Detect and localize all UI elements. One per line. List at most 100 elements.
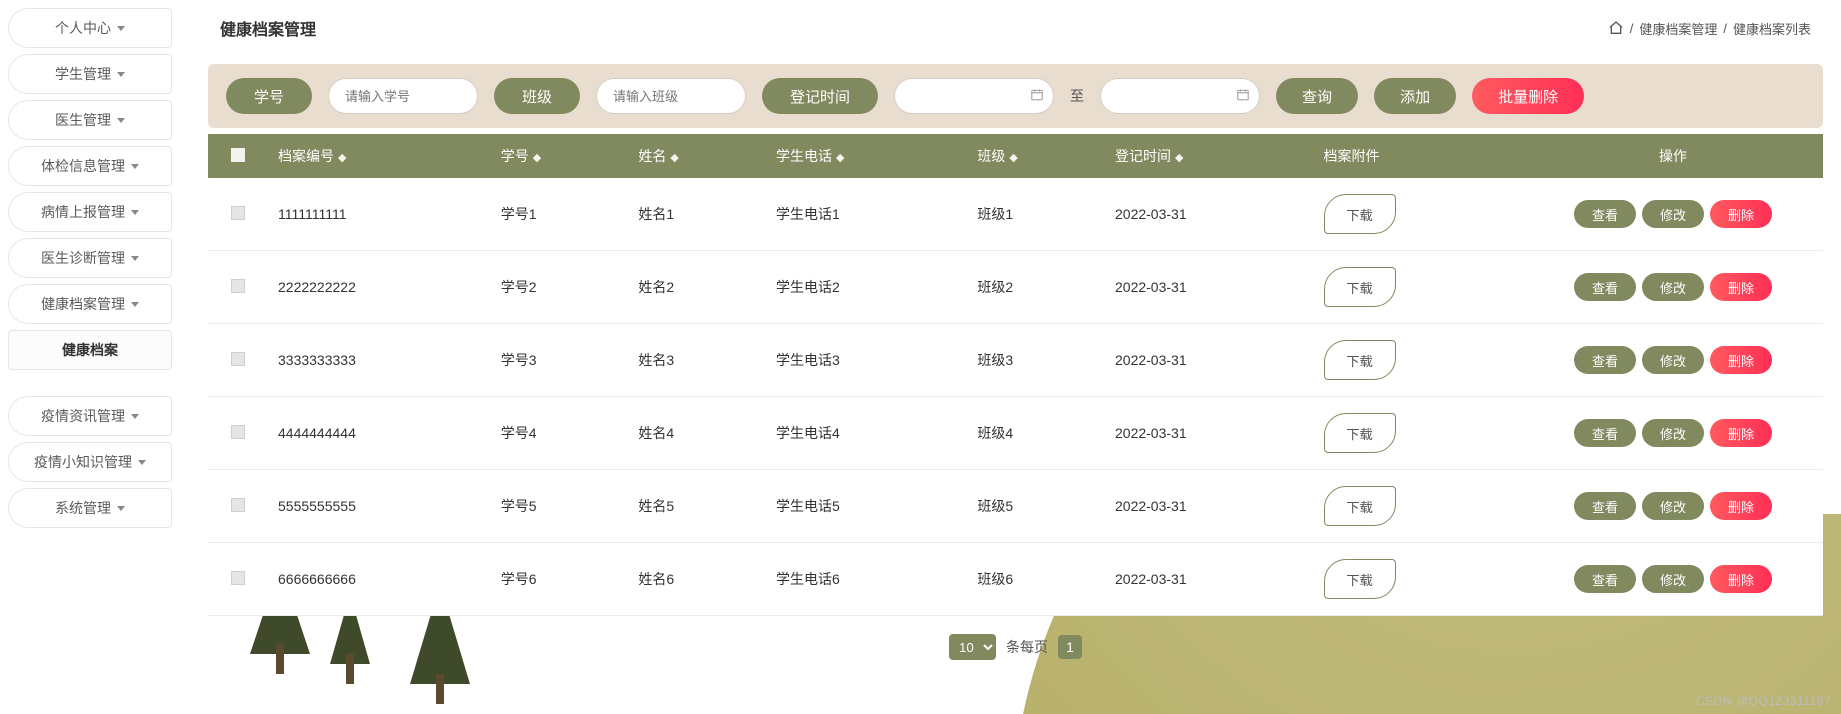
select-all-checkbox[interactable] (231, 148, 245, 162)
add-button[interactable]: 添加 (1374, 78, 1456, 114)
sidebar-item[interactable]: 疫情小知识管理 (8, 442, 172, 482)
sidebar-item-label: 体检信息管理 (41, 156, 125, 176)
breadcrumb: / 健康档案管理 / 健康档案列表 (1608, 19, 1811, 38)
sidebar-item[interactable]: 健康档案管理 (8, 284, 172, 324)
col-date[interactable]: 登记时间◆ (1105, 134, 1314, 178)
edit-button[interactable]: 修改 (1642, 346, 1704, 374)
sidebar-item[interactable]: 病情上报管理 (8, 192, 172, 232)
view-button[interactable]: 查看 (1574, 273, 1636, 301)
delete-button[interactable]: 删除 (1710, 346, 1772, 374)
sid-input[interactable] (328, 78, 478, 114)
sidebar-item[interactable]: 体检信息管理 (8, 146, 172, 186)
table-row: 2222222222学号2姓名2学生电话2班级22022-03-31下载查看修改… (208, 251, 1823, 324)
view-button[interactable]: 查看 (1574, 200, 1636, 228)
cell-class: 班级4 (967, 397, 1105, 470)
col-name[interactable]: 姓名◆ (628, 134, 766, 178)
sidebar-item-label: 学生管理 (55, 64, 111, 84)
page-size-select[interactable]: 10 (949, 634, 996, 660)
search-button[interactable]: 查询 (1276, 78, 1358, 114)
date-to-input[interactable] (1100, 78, 1260, 114)
sidebar-item[interactable]: 健康档案 (8, 330, 172, 370)
cell-name: 姓名6 (628, 543, 766, 616)
cell-class: 班级2 (967, 251, 1105, 324)
date-from-input[interactable] (894, 78, 1054, 114)
sort-icon: ◆ (533, 151, 541, 164)
col-attach: 档案附件 (1314, 134, 1523, 178)
cell-phone: 学生电话1 (766, 178, 967, 251)
table-row: 6666666666学号6姓名6学生电话6班级62022-03-31下载查看修改… (208, 543, 1823, 616)
download-button[interactable]: 下载 (1324, 486, 1396, 526)
row-checkbox[interactable] (231, 206, 245, 220)
sidebar-item-label: 个人中心 (55, 18, 111, 38)
sidebar-item[interactable]: 学生管理 (8, 54, 172, 94)
col-doc-no[interactable]: 档案编号◆ (268, 134, 491, 178)
delete-button[interactable]: 删除 (1710, 419, 1772, 447)
cell-class: 班级6 (967, 543, 1105, 616)
breadcrumb-seg-1[interactable]: 健康档案管理 (1639, 19, 1717, 38)
delete-button[interactable]: 删除 (1710, 565, 1772, 593)
page-number-current[interactable]: 1 (1058, 635, 1082, 659)
sidebar-item[interactable]: 疫情资讯管理 (8, 396, 172, 436)
download-button[interactable]: 下载 (1324, 267, 1396, 307)
view-button[interactable]: 查看 (1574, 419, 1636, 447)
sidebar-item[interactable]: 医生管理 (8, 100, 172, 140)
edit-button[interactable]: 修改 (1642, 273, 1704, 301)
edit-button[interactable]: 修改 (1642, 565, 1704, 593)
edit-button[interactable]: 修改 (1642, 492, 1704, 520)
col-class[interactable]: 班级◆ (967, 134, 1105, 178)
sidebar-item-label: 病情上报管理 (41, 202, 125, 222)
sidebar-item-label: 疫情小知识管理 (34, 452, 132, 472)
download-button[interactable]: 下载 (1324, 194, 1396, 234)
cell-date: 2022-03-31 (1105, 251, 1314, 324)
sidebar-item-label: 医生诊断管理 (41, 248, 125, 268)
row-checkbox[interactable] (231, 425, 245, 439)
edit-button[interactable]: 修改 (1642, 419, 1704, 447)
cell-sid: 学号3 (491, 324, 629, 397)
delete-button[interactable]: 删除 (1710, 200, 1772, 228)
table-row: 1111111111学号1姓名1学生电话1班级12022-03-31下载查看修改… (208, 178, 1823, 251)
sidebar-item[interactable]: 个人中心 (8, 8, 172, 48)
download-button[interactable]: 下载 (1324, 413, 1396, 453)
delete-button[interactable]: 删除 (1710, 492, 1772, 520)
cell-sid: 学号5 (491, 470, 629, 543)
cell-doc-no: 1111111111 (268, 178, 491, 251)
chevron-down-icon (117, 72, 125, 77)
sidebar: 个人中心学生管理医生管理体检信息管理病情上报管理医生诊断管理健康档案管理健康档案… (0, 0, 180, 542)
col-sid[interactable]: 学号◆ (491, 134, 629, 178)
sidebar-item[interactable]: 医生诊断管理 (8, 238, 172, 278)
row-checkbox[interactable] (231, 571, 245, 585)
cell-class: 班级3 (967, 324, 1105, 397)
view-button[interactable]: 查看 (1574, 346, 1636, 374)
sidebar-item-label: 健康档案管理 (41, 294, 125, 314)
table-row: 4444444444学号4姓名4学生电话4班级42022-03-31下载查看修改… (208, 397, 1823, 470)
pagination: 10 条每页 1 (208, 616, 1823, 670)
cell-date: 2022-03-31 (1105, 470, 1314, 543)
chevron-down-icon (131, 302, 139, 307)
view-button[interactable]: 查看 (1574, 565, 1636, 593)
col-phone[interactable]: 学生电话◆ (766, 134, 967, 178)
delete-button[interactable]: 删除 (1710, 273, 1772, 301)
sidebar-item[interactable]: 系统管理 (8, 488, 172, 528)
per-page-label: 条每页 (1006, 637, 1048, 657)
batch-delete-button[interactable]: 批量删除 (1472, 78, 1584, 114)
edit-button[interactable]: 修改 (1642, 200, 1704, 228)
row-checkbox[interactable] (231, 352, 245, 366)
cell-class: 班级1 (967, 178, 1105, 251)
chevron-down-icon (131, 210, 139, 215)
download-button[interactable]: 下载 (1324, 559, 1396, 599)
cell-date: 2022-03-31 (1105, 178, 1314, 251)
cell-date: 2022-03-31 (1105, 324, 1314, 397)
cell-phone: 学生电话5 (766, 470, 967, 543)
chevron-down-icon (117, 118, 125, 123)
sort-icon: ◆ (1175, 151, 1183, 164)
cell-date: 2022-03-31 (1105, 397, 1314, 470)
sidebar-item-label: 健康档案 (62, 340, 118, 360)
row-checkbox[interactable] (231, 279, 245, 293)
cell-doc-no: 4444444444 (268, 397, 491, 470)
view-button[interactable]: 查看 (1574, 492, 1636, 520)
download-button[interactable]: 下载 (1324, 340, 1396, 380)
class-input[interactable] (596, 78, 746, 114)
sort-icon: ◆ (836, 151, 844, 164)
row-checkbox[interactable] (231, 498, 245, 512)
home-icon[interactable] (1608, 20, 1624, 36)
